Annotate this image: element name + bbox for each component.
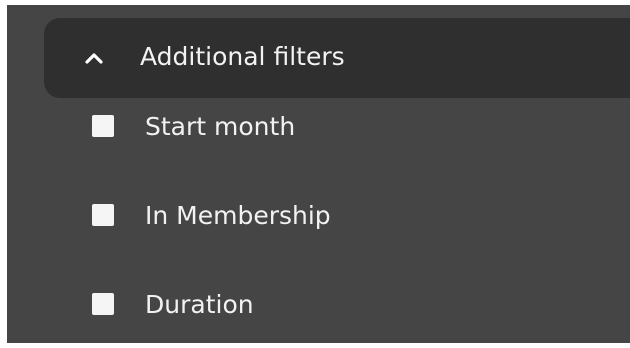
filters-panel: Additional filters Start month In Member…: [7, 5, 630, 343]
filter-option-start-month[interactable]: Start month: [92, 109, 492, 145]
start-month-label: Start month: [145, 112, 296, 141]
additional-filters-toggle[interactable]: Additional filters: [44, 18, 630, 98]
start-month-checkbox[interactable]: [92, 115, 114, 137]
in-membership-checkbox[interactable]: [92, 204, 114, 226]
in-membership-label: In Membership: [145, 201, 331, 230]
additional-filters-label: Additional filters: [140, 42, 345, 71]
filter-option-in-membership[interactable]: In Membership: [92, 198, 492, 234]
duration-checkbox[interactable]: [92, 293, 114, 315]
chevron-up-icon: [85, 53, 103, 64]
filter-option-duration[interactable]: Duration: [92, 287, 492, 323]
duration-label: Duration: [145, 290, 254, 319]
